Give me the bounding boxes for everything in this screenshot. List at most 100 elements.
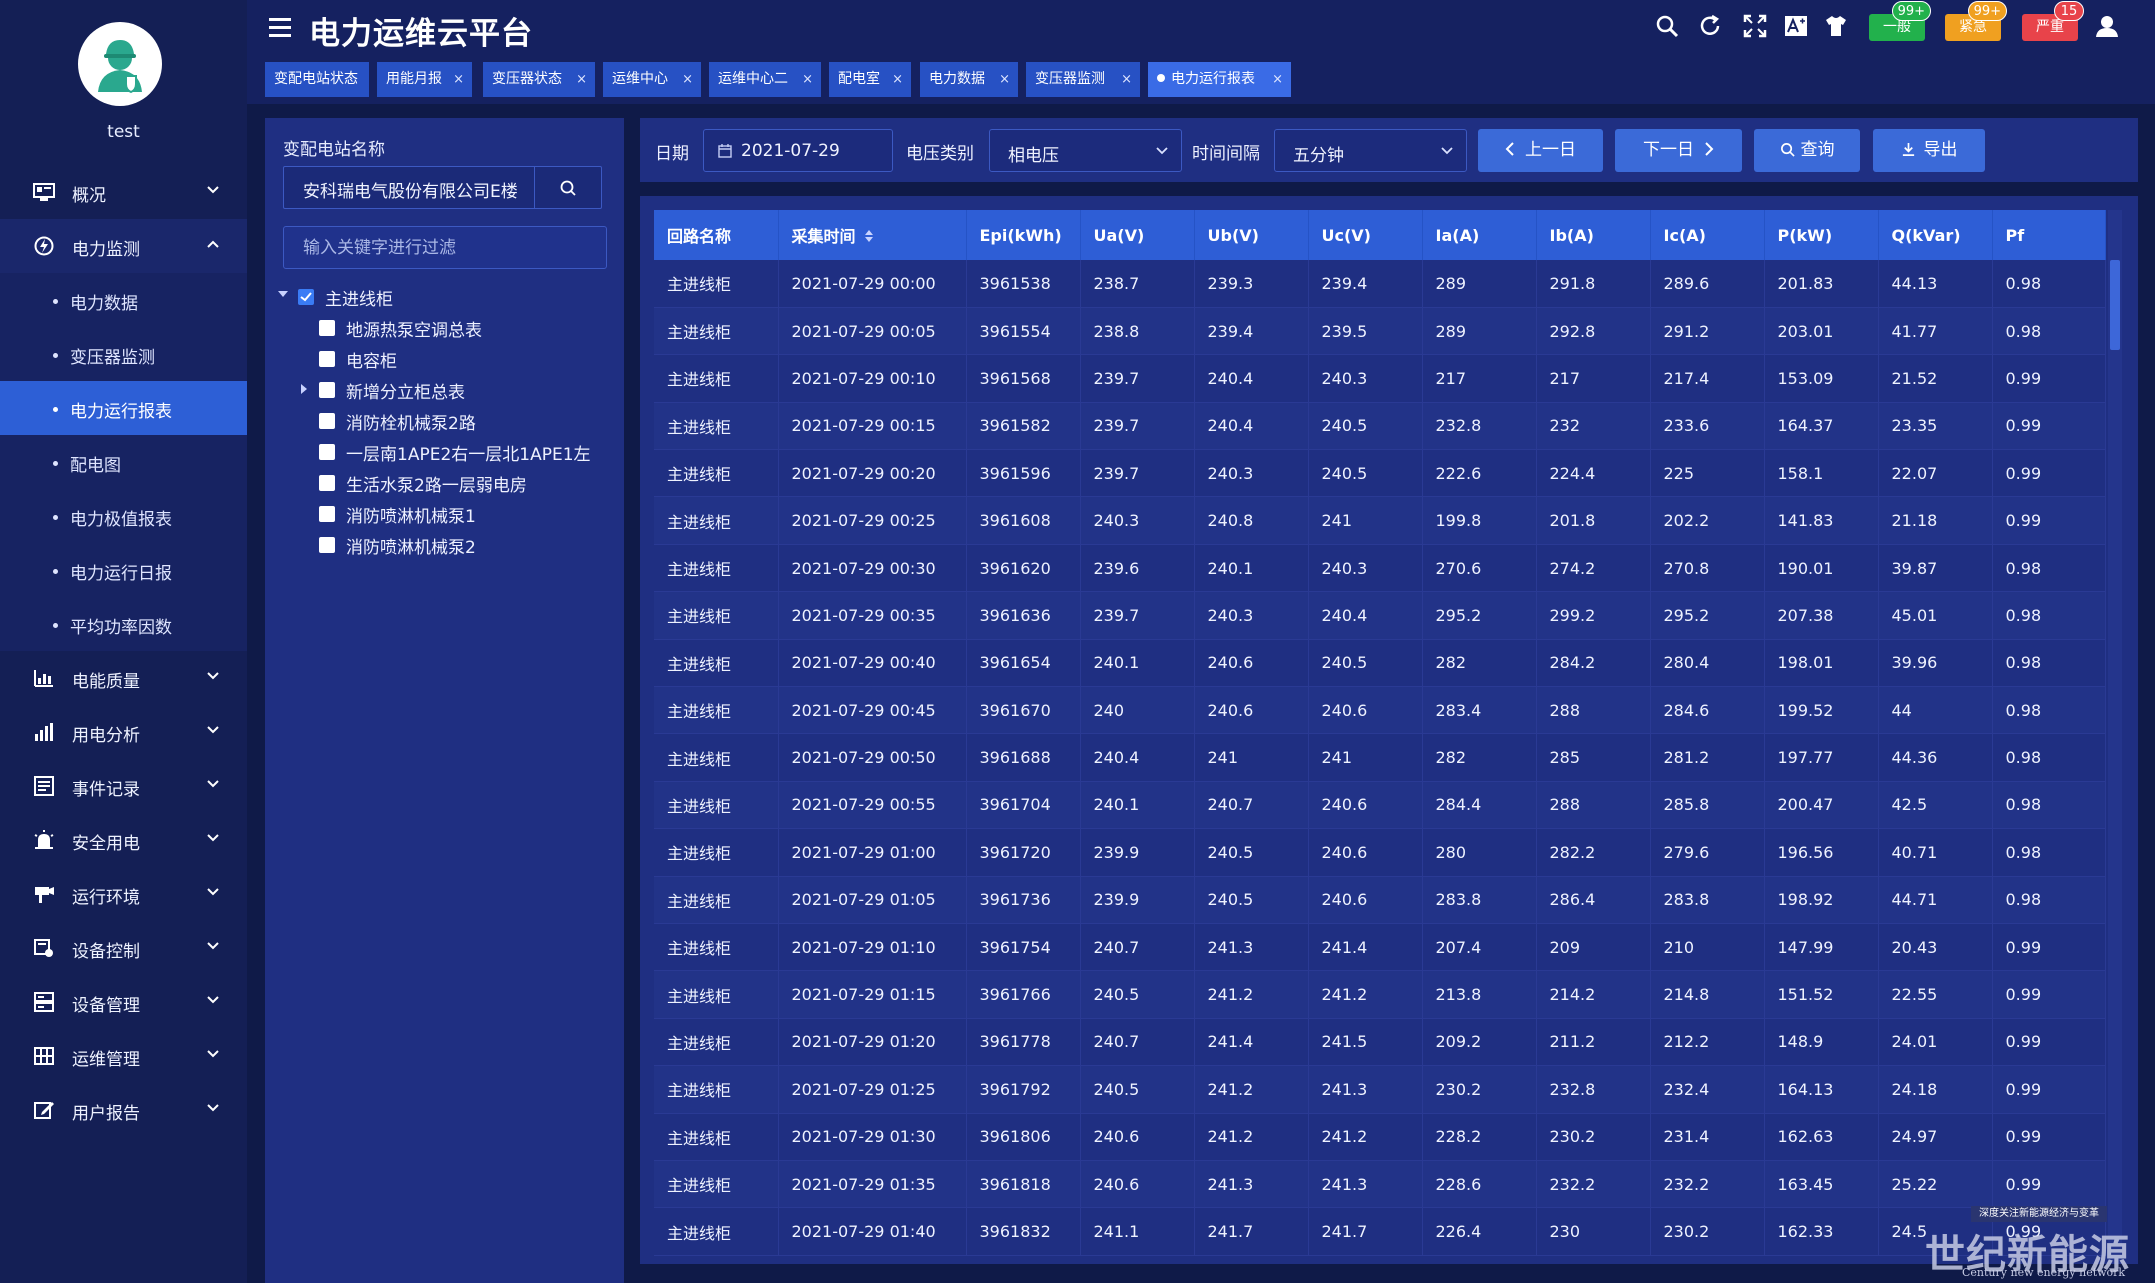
tab-distribution-room[interactable]: 配电室 × — [829, 62, 911, 97]
date-picker[interactable]: 2021-07-29 — [703, 129, 893, 172]
sidebar-item-operating-environment[interactable]: 运行环境 — [0, 867, 247, 921]
tab-power-operation-report[interactable]: 电力运行报表 × — [1148, 62, 1291, 97]
table-cell: 3961818 — [966, 1160, 1081, 1209]
tree-node[interactable]: 生活水泵2路一层弱电房 — [275, 471, 595, 496]
station-search-button[interactable] — [534, 167, 601, 208]
checkbox[interactable] — [319, 537, 335, 553]
close-icon[interactable]: × — [1272, 62, 1283, 97]
user-account-icon[interactable] — [2095, 14, 2119, 38]
table-cell: 283.4 — [1422, 686, 1537, 735]
submenu-item-average-power-factor[interactable]: 平均功率因数 — [0, 597, 247, 651]
query-button[interactable]: 查询 — [1754, 129, 1860, 172]
sidebar-item-maintenance-management[interactable]: 运维管理 — [0, 1029, 247, 1083]
close-icon[interactable]: × — [802, 62, 813, 97]
sidebar-item-user-report[interactable]: 用户报告 — [0, 1083, 247, 1137]
sidebar-item-power-quality[interactable]: 电能质量 — [0, 651, 247, 705]
avatar[interactable] — [78, 22, 162, 106]
theme-shirt-icon[interactable] — [1824, 14, 1848, 38]
submenu-item-distribution-diagram[interactable]: 配电图 — [0, 435, 247, 489]
caret-right-icon[interactable] — [301, 384, 307, 394]
sidebar-item-event-log[interactable]: 事件记录 — [0, 759, 247, 813]
tree-node[interactable]: 一层南1APE2右一层北1APE1左 — [275, 440, 595, 465]
vertical-scrollbar[interactable] — [2108, 210, 2122, 1264]
checkbox[interactable] — [319, 382, 335, 398]
tab-label: 电力数据 — [929, 71, 985, 87]
tree-node[interactable]: 电容柜 — [275, 347, 595, 372]
sidebar-item-device-control[interactable]: 设备控制 — [0, 921, 247, 975]
close-icon[interactable]: × — [576, 62, 587, 97]
alert-severe-button[interactable]: 严重 15 — [2022, 1, 2084, 41]
tree-node[interactable]: 消防栓机械泵2路 — [275, 409, 595, 434]
submenu-item-power-data[interactable]: 电力数据 — [0, 273, 247, 327]
tree-node-label: 主进线柜 — [325, 290, 393, 310]
tab-operation-center-2[interactable]: 运维中心二 × — [709, 62, 821, 97]
tab-operation-center[interactable]: 运维中心 × — [603, 62, 701, 97]
tree-node[interactable]: 新增分立柜总表 — [275, 378, 595, 403]
filter-toolbar: 日期 2021-07-29 电压类别 相电压 时间间隔 五分钟 上一日 下一日 … — [640, 118, 2138, 182]
checkbox[interactable] — [319, 320, 335, 336]
submenu-item-power-extreme-report[interactable]: 电力极值报表 — [0, 489, 247, 543]
previous-day-button[interactable]: 上一日 — [1478, 129, 1603, 172]
scrollbar-thumb[interactable] — [2110, 260, 2120, 350]
server-icon — [34, 992, 54, 1012]
submenu-item-power-operation-report[interactable]: 电力运行报表 — [0, 381, 247, 435]
checkbox[interactable] — [319, 475, 335, 491]
checkbox[interactable] — [298, 289, 314, 305]
sidebar-item-electrical-safety[interactable]: 安全用电 — [0, 813, 247, 867]
checkbox[interactable] — [319, 444, 335, 460]
table-cell: 2021-07-29 00:40 — [778, 639, 967, 688]
tree-node-main-incoming[interactable]: 主进线柜 — [275, 285, 595, 310]
alert-normal-button[interactable]: 一般 99+ — [1869, 1, 1931, 41]
checkbox[interactable] — [319, 351, 335, 367]
sidebar-item-overview[interactable]: 概况 — [0, 165, 247, 219]
alert-urgent-button[interactable]: 紧急 99+ — [1945, 1, 2007, 41]
table-row: 主进线柜 2021-07-29 00:30 3961620 239.6 240.1 240… — [654, 544, 2106, 593]
close-icon[interactable]: × — [999, 62, 1010, 97]
table-cell: 240.5 — [1080, 1065, 1195, 1114]
font-size-icon[interactable] — [1784, 14, 1808, 38]
search-icon[interactable] — [1655, 14, 1679, 38]
station-selector[interactable]: 安科瑞电气股份有限公司E楼 — [283, 166, 602, 209]
table-cell: 291.8 — [1536, 260, 1651, 308]
close-icon[interactable]: × — [453, 62, 464, 97]
column-header[interactable]: 采集时间 — [778, 210, 967, 260]
close-icon[interactable]: × — [892, 62, 903, 97]
tree-node[interactable]: 消防喷淋机械泵1 — [275, 502, 595, 527]
checkbox[interactable] — [319, 506, 335, 522]
export-button[interactable]: 导出 — [1873, 129, 1985, 172]
refresh-icon[interactable] — [1698, 14, 1722, 38]
table-cell: 0.99 — [1992, 970, 2106, 1019]
tree-node[interactable]: 消防喷淋机械泵2 — [275, 533, 595, 558]
table-cell: 0.98 — [1992, 733, 2106, 782]
tree-node[interactable]: 地源热泵空调总表 — [275, 316, 595, 341]
sidebar-item-device-management[interactable]: 设备管理 — [0, 975, 247, 1029]
next-day-button[interactable]: 下一日 — [1615, 129, 1742, 172]
close-icon[interactable]: × — [1121, 62, 1132, 97]
table-cell: 207.38 — [1764, 591, 1879, 640]
table-cell: 45.01 — [1878, 591, 1993, 640]
checkbox[interactable] — [319, 413, 335, 429]
tab-transformer-monitoring[interactable]: 变压器监测 × — [1026, 62, 1140, 97]
tree-filter-input[interactable] — [283, 226, 607, 269]
table-cell: 3961596 — [966, 449, 1081, 498]
table-cell: 主进线柜 — [654, 354, 779, 403]
tab-substation-status[interactable]: 变配电站状态 — [265, 62, 369, 97]
tab-transformer-status[interactable]: 变压器状态 × — [483, 62, 595, 97]
table-cell: 162.33 — [1764, 1207, 1879, 1256]
table-cell: 280.4 — [1650, 639, 1765, 688]
sidebar-item-usage-analysis[interactable]: 用电分析 — [0, 705, 247, 759]
tab-power-data[interactable]: 电力数据 × — [920, 62, 1018, 97]
sidebar-item-power-monitoring[interactable]: 电力监测 — [0, 219, 247, 273]
tab-energy-monthly[interactable]: 用能月报 × — [377, 62, 472, 97]
fullscreen-icon[interactable] — [1743, 14, 1767, 38]
submenu-item-transformer-monitoring[interactable]: 变压器监测 — [0, 327, 247, 381]
table-cell: 2021-07-29 00:50 — [778, 733, 967, 782]
table-cell: 240.1 — [1194, 544, 1309, 593]
hamburger-menu-icon[interactable] — [269, 18, 291, 38]
submenu-item-power-daily-report[interactable]: 电力运行日报 — [0, 543, 247, 597]
voltage-type-select[interactable]: 相电压 — [989, 129, 1182, 172]
sort-icon[interactable] — [864, 229, 874, 243]
table-cell: 240.4 — [1194, 354, 1309, 403]
time-interval-select[interactable]: 五分钟 — [1274, 129, 1467, 172]
close-icon[interactable]: × — [682, 62, 693, 97]
